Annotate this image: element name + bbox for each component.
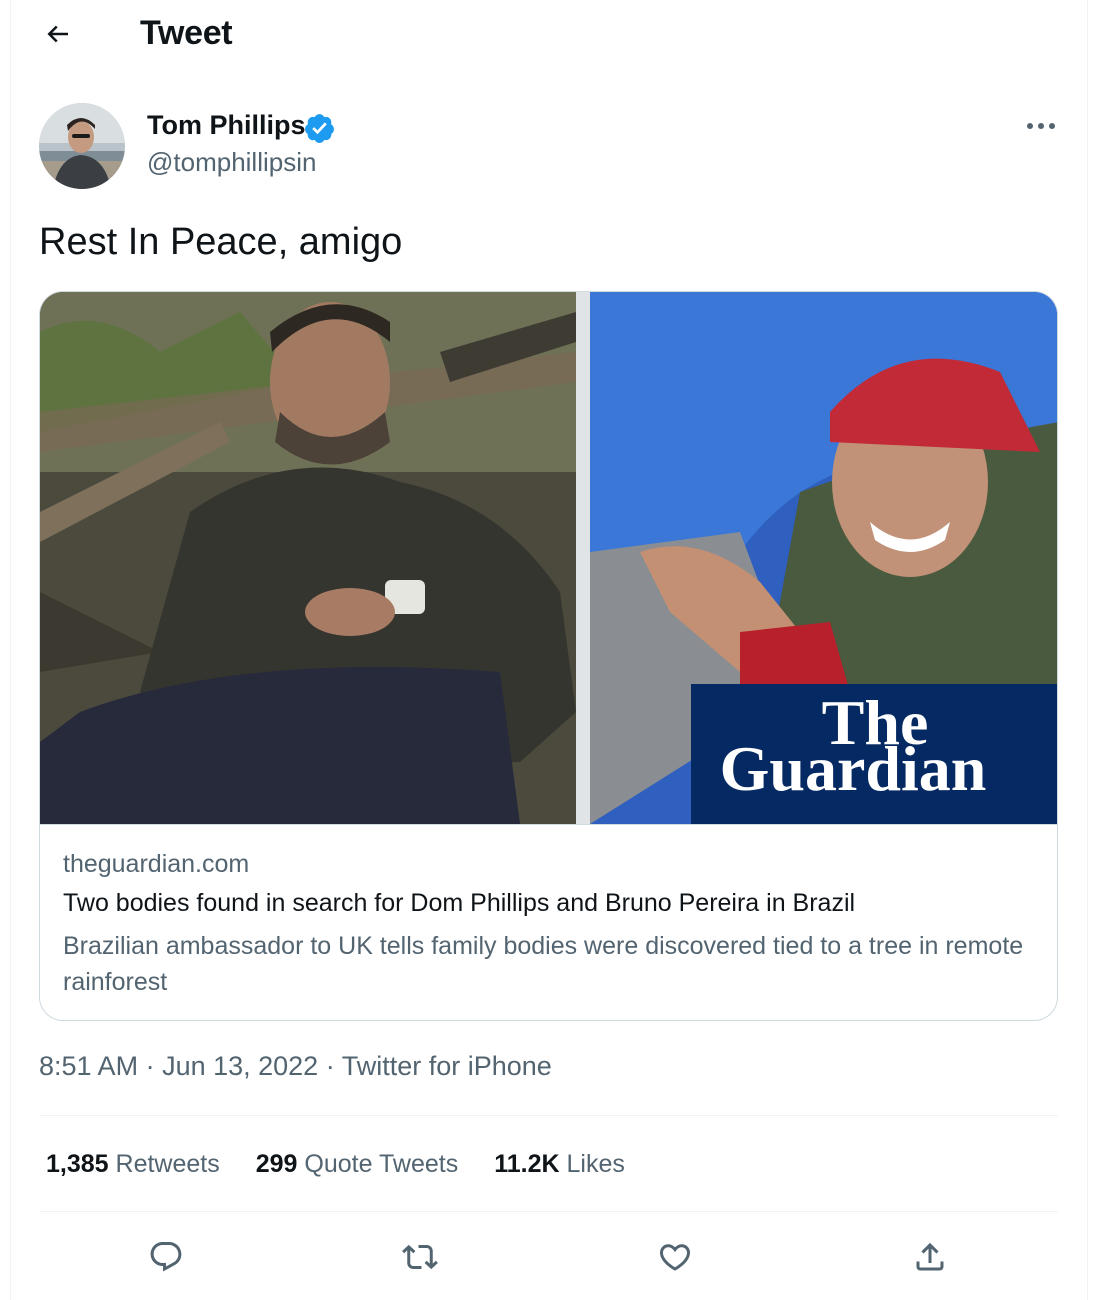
card-logo-line2: Guardian xyxy=(720,733,987,804)
card-image: The Guardian xyxy=(40,292,1057,824)
card-domain: theguardian.com xyxy=(63,850,250,878)
share-icon xyxy=(916,1242,944,1271)
divider xyxy=(39,1115,1058,1116)
share-button[interactable] xyxy=(905,1232,955,1282)
card-description: Brazilian ambassador to UK tells family … xyxy=(63,932,1024,996)
likes-stat[interactable]: 11.2K Likes xyxy=(494,1150,625,1179)
quote-tweets-label: Quote Tweets xyxy=(304,1150,459,1178)
card-title: Two bodies found in search for Dom Phill… xyxy=(63,889,856,917)
more-button[interactable] xyxy=(1020,110,1062,142)
tweet-time[interactable]: 8:51 AM xyxy=(39,1051,138,1081)
author-name[interactable]: Tom Phillips xyxy=(147,110,306,141)
avatar[interactable] xyxy=(39,103,125,189)
arrow-left-icon xyxy=(47,25,68,43)
like-button[interactable] xyxy=(650,1232,700,1282)
reply-button[interactable] xyxy=(141,1232,191,1282)
retweets-label: Retweets xyxy=(115,1150,220,1178)
engagement-stats: 1,385 Retweets 299 Quote Tweets 11.2K Li… xyxy=(46,1150,661,1179)
meta-separator: · xyxy=(318,1051,342,1081)
like-icon xyxy=(659,1244,691,1271)
page-header: Tweet xyxy=(0,0,1100,70)
back-button[interactable] xyxy=(36,14,80,54)
reply-icon xyxy=(150,1242,182,1272)
page-title: Tweet xyxy=(140,14,233,52)
verified-badge-icon xyxy=(303,112,336,145)
retweet-icon xyxy=(402,1244,438,1270)
meta-separator: · xyxy=(138,1051,163,1081)
tweet-text: Rest In Peace, amigo xyxy=(39,221,403,263)
author-handle[interactable]: @tomphillipsin xyxy=(147,147,316,178)
likes-label: Likes xyxy=(566,1150,625,1178)
more-horizontal-icon xyxy=(1027,123,1055,129)
likes-count: 11.2K xyxy=(494,1150,560,1178)
quote-tweets-count: 299 xyxy=(255,1150,298,1178)
retweets-count: 1,385 xyxy=(46,1150,109,1178)
retweet-button[interactable] xyxy=(395,1232,445,1282)
tweet-source[interactable]: Twitter for iPhone xyxy=(342,1051,552,1081)
retweets-stat[interactable]: 1,385 Retweets xyxy=(46,1150,220,1179)
tweet-date[interactable]: Jun 13, 2022 xyxy=(162,1051,318,1081)
quote-tweets-stat[interactable]: 299 Quote Tweets xyxy=(256,1150,458,1179)
tweet-meta: 8:51 AM · Jun 13, 2022 · Twitter for iPh… xyxy=(39,1051,552,1082)
avatar-photo xyxy=(39,103,125,189)
action-bar xyxy=(39,1224,1058,1284)
link-card[interactable]: The Guardian theguardian.com Two bodies … xyxy=(39,291,1058,1021)
divider xyxy=(39,1211,1058,1212)
